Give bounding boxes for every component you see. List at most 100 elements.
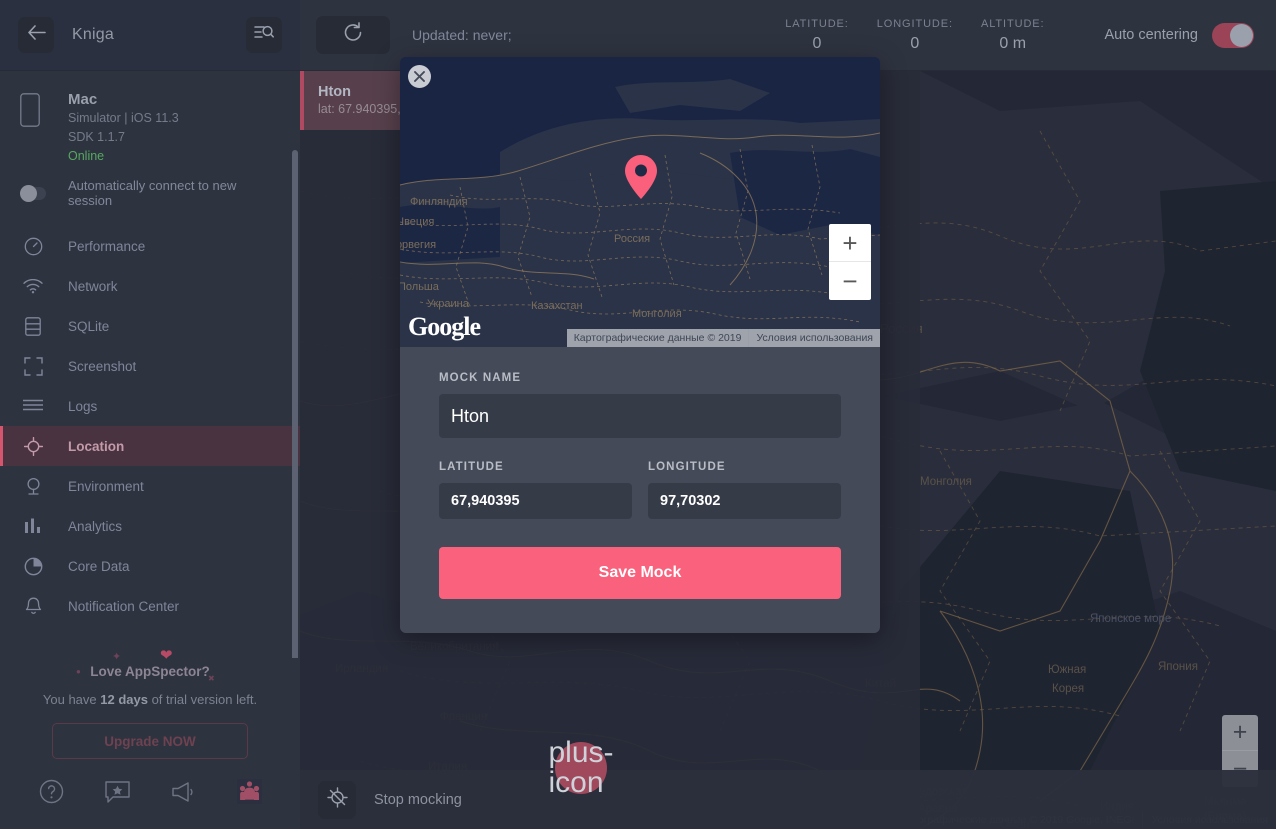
sidebar-item-label: Core Data (46, 559, 130, 574)
modal-map-zoom-out-button[interactable]: − (829, 262, 871, 300)
modal-map-data-credit: Картографические данные © 2019 (567, 329, 749, 347)
sidebar-scrollbar[interactable] (292, 150, 298, 658)
main-panel: Updated: never; LATITUDE: 0 LONGITUDE: 0… (300, 0, 1276, 829)
announcement-icon[interactable] (171, 781, 196, 808)
device-sdk: SDK 1.1.7 (68, 128, 179, 147)
modal-map-attribution: Картографические данные © 2019 Условия и… (567, 329, 880, 347)
mock-name-input[interactable] (439, 394, 841, 438)
sparkle-icon: ✖ (208, 674, 215, 683)
speedometer-icon (20, 237, 46, 256)
latitude-input[interactable] (439, 483, 632, 519)
longitude-field-group: LONGITUDE (648, 461, 841, 519)
map-zoom-in-button[interactable]: + (1222, 715, 1258, 751)
modal-map[interactable]: Россия Финляндия Швеция Норвегия Польша … (400, 57, 880, 347)
crop-frame-icon (20, 357, 46, 376)
app-root: Kniga Mac (0, 0, 1276, 829)
stat-label: LATITUDE: (785, 18, 849, 30)
sidebar-item-network[interactable]: Network (0, 266, 300, 306)
app-title: Kniga (54, 26, 246, 44)
phone-icon (20, 90, 46, 166)
latitude-label: LATITUDE (439, 461, 632, 483)
add-mock-button[interactable]: plus-icon (555, 742, 607, 794)
sidebar-item-location[interactable]: Location (0, 426, 300, 466)
environment-icon (20, 477, 46, 496)
heart-icon: ❤ (160, 646, 173, 664)
map-pin-icon (625, 155, 657, 199)
sidebar-body: Mac Simulator | iOS 11.3 SDK 1.1.7 Onlin… (0, 71, 300, 658)
location-off-icon (327, 787, 348, 813)
sidebar-item-notification-center[interactable]: Notification Center (0, 586, 300, 626)
database-icon (20, 317, 46, 336)
trial-text: You have 12 days of trial version left. (20, 679, 280, 707)
sparkle-icon: ● (76, 667, 81, 676)
google-logo: Google (408, 312, 480, 342)
auto-connect-switch[interactable] (20, 187, 46, 200)
latitude-field-group: LATITUDE (439, 461, 632, 519)
stop-mocking-icon-button[interactable] (318, 781, 356, 819)
lines-icon (20, 399, 46, 413)
device-block: Mac Simulator | iOS 11.3 SDK 1.1.7 Onlin… (0, 71, 300, 208)
sidebar-item-analytics[interactable]: Analytics (0, 506, 300, 546)
sidebar-item-label: Location (46, 439, 124, 454)
help-icon[interactable] (39, 779, 64, 809)
stat-altitude: ALTITUDE: 0 m (967, 18, 1059, 53)
sidebar-item-label: SQLite (46, 319, 109, 334)
sidebar-item-label: Environment (46, 479, 144, 494)
longitude-input[interactable] (648, 483, 841, 519)
trial-days: 12 days (100, 692, 148, 707)
stat-value: 0 m (981, 30, 1045, 53)
save-mock-button[interactable]: Save Mock (439, 547, 841, 599)
stop-mocking-label[interactable]: Stop mocking (356, 792, 462, 808)
sidebar-nav: Performance Network SQLite (0, 226, 300, 626)
sidebar-item-performance[interactable]: Performance (0, 226, 300, 266)
stat-value: 0 (785, 30, 849, 53)
modal-map-zoom-controls: + − (829, 224, 871, 300)
trial-suffix: of trial version left. (148, 692, 257, 707)
feedback-icon[interactable] (105, 781, 130, 808)
sidebar-item-label: Screenshot (46, 359, 136, 374)
sidebar-item-logs[interactable]: Logs (0, 386, 300, 426)
close-modal-button[interactable] (408, 65, 431, 88)
sidebar-item-label: Analytics (46, 519, 122, 534)
search-list-icon (254, 24, 274, 47)
sidebar-item-screenshot[interactable]: Screenshot (0, 346, 300, 386)
sparkle-icon: ✦ (112, 650, 121, 663)
stat-label: LONGITUDE: (877, 18, 953, 30)
auto-connect-label: Automatically connect to new session (46, 178, 280, 208)
sidebar-header: Kniga (0, 0, 300, 71)
device-platform: Simulator | iOS 11.3 (68, 109, 179, 128)
sidebar-footer: ❤ ✦ ● ✖ Love AppSpector? You have 12 day… (0, 658, 300, 829)
trial-prefix: You have (43, 692, 100, 707)
refresh-icon (342, 22, 364, 49)
updated-text: Updated: never; (390, 27, 512, 43)
refresh-button[interactable] (316, 16, 390, 54)
longitude-label: LONGITUDE (648, 461, 841, 483)
stat-latitude: LATITUDE: 0 (771, 18, 863, 53)
promo-heading: Love AppSpector? (20, 658, 280, 679)
community-icon[interactable] (237, 779, 262, 809)
modal-map-terms-link[interactable]: Условия использования (748, 329, 880, 347)
modal-form: MOCK NAME LATITUDE LONGITUDE Save Mock (400, 347, 880, 599)
coordinate-fields-row: LATITUDE LONGITUDE (439, 438, 841, 519)
arrow-left-icon (27, 25, 46, 45)
coordinate-stats: LATITUDE: 0 LONGITUDE: 0 ALTITUDE: 0 m (771, 18, 1058, 53)
back-button[interactable] (18, 17, 54, 53)
stat-longitude: LONGITUDE: 0 (863, 18, 967, 53)
auto-centering-switch[interactable] (1212, 23, 1254, 48)
session-search-button[interactable] (246, 17, 282, 53)
mock-name-label: MOCK NAME (439, 372, 841, 394)
auto-connect-toggle[interactable]: Automatically connect to new session (0, 166, 300, 208)
auto-centering-label: Auto centering (1104, 27, 1212, 43)
edit-mock-modal: Россия Финляндия Швеция Норвегия Польша … (400, 57, 880, 633)
sidebar-item-label: Logs (46, 399, 97, 414)
auto-centering-toggle[interactable]: Auto centering (1104, 23, 1254, 48)
sidebar-item-sqlite[interactable]: SQLite (0, 306, 300, 346)
modal-map-zoom-in-button[interactable]: + (829, 224, 871, 262)
sidebar-item-environment[interactable]: Environment (0, 466, 300, 506)
sidebar-item-label: Notification Center (46, 599, 179, 614)
upgrade-now-button[interactable]: Upgrade NOW (52, 723, 248, 759)
stat-label: ALTITUDE: (981, 18, 1045, 30)
sidebar-item-core-data[interactable]: Core Data (0, 546, 300, 586)
bar-chart-icon (20, 518, 46, 534)
sidebar-item-label: Performance (46, 239, 145, 254)
